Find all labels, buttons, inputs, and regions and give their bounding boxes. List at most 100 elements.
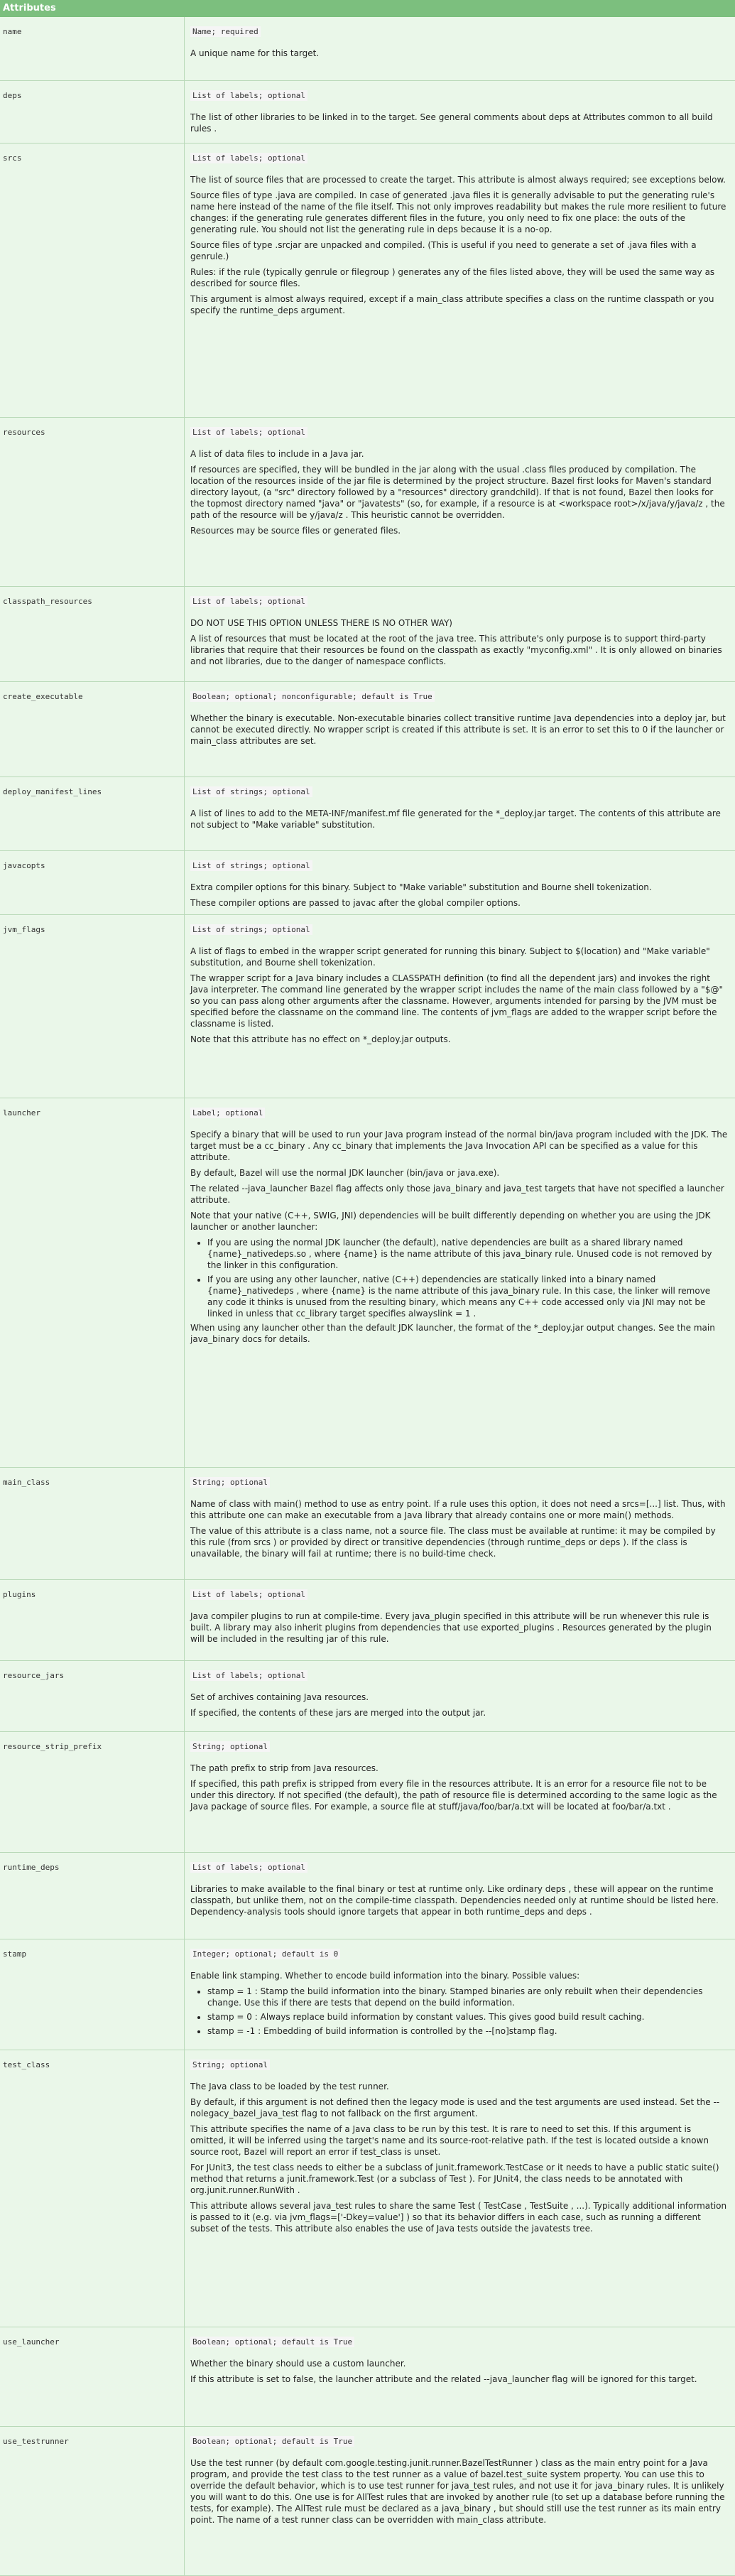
attribute-type: Name; required: [190, 26, 261, 37]
column-divider: [184, 81, 185, 143]
attribute-description: List of strings; optional Extra compiler …: [190, 860, 728, 913]
attribute-row-plugins: plugins List of labels; optional Java comp…: [0, 1580, 735, 1661]
attribute-type: Boolean; optional; default is True: [190, 2337, 355, 2347]
column-divider: [184, 851, 185, 914]
column-divider: [184, 682, 185, 776]
attribute-name: resources: [3, 428, 45, 437]
description-list: stamp = 1 : Stamp the build information …: [190, 1986, 728, 2037]
description-paragraph: The Java class to be loaded by the test …: [190, 2082, 389, 2091]
attribute-description: List of labels; optional Java compiler pl…: [190, 1589, 728, 1649]
description-paragraph: A list of resources that must be located…: [190, 634, 722, 666]
attribute-name: create_executable: [3, 692, 83, 701]
attribute-row-create_executable: create_executable Boolean; optional; nonc…: [0, 682, 735, 777]
attribute-type: List of labels; optional: [190, 427, 307, 438]
attribute-name: plugins: [3, 1590, 36, 1599]
attribute-name: javacopts: [3, 861, 45, 870]
description-paragraph: These compiler options are passed to jav…: [190, 898, 521, 908]
description-paragraph: For JUnit3, the test class needs to eith…: [190, 2163, 719, 2195]
description-paragraph: If specified, this path prefix is stripp…: [190, 1779, 717, 1812]
attribute-row-resource_strip_prefix: resource_strip_prefix String; optional The…: [0, 1732, 735, 1853]
attribute-type: List of labels; optional: [190, 1670, 307, 1681]
description-paragraph: The list of source files that are proces…: [190, 175, 726, 185]
attribute-row-launcher: launcher Label; optional Specify a binary …: [0, 1098, 735, 1468]
description-paragraph: Libraries to make available to the final…: [190, 1884, 719, 1917]
attribute-description: Boolean; optional; nonconfigurable; defa…: [190, 691, 728, 751]
attribute-row-resource_jars: resource_jars List of labels; optional Set…: [0, 1661, 735, 1732]
attribute-description: List of labels; optional The list of othe…: [190, 90, 728, 139]
attribute-description: String; optional The path prefix to strip…: [190, 1741, 728, 1817]
attribute-description: List of strings; optional A list of flags…: [190, 924, 728, 1049]
attribute-name: deploy_manifest_lines: [3, 787, 102, 796]
description-paragraph: The related --java_launcher Bazel flag a…: [190, 1184, 724, 1205]
list-item: stamp = -1 : Embedding of build informat…: [207, 2025, 728, 2037]
attribute-name: launcher: [3, 1108, 40, 1117]
attribute-row-use_launcher: use_launcher Boolean; optional; default i…: [0, 2327, 735, 2427]
description-paragraph: A list of data files to include in a Jav…: [190, 449, 364, 459]
attribute-row-jvm_flags: jvm_flags List of strings; optional A list…: [0, 915, 735, 1098]
description-paragraph: By default, if this argument is not defi…: [190, 2097, 720, 2118]
description-paragraph: This argument is almost always required,…: [190, 294, 714, 315]
attribute-name: name: [3, 27, 22, 36]
attribute-row-deploy_manifest_lines: deploy_manifest_lines List of strings; op…: [0, 777, 735, 851]
attribute-row-test_class: test_class String; optional The Java class…: [0, 2050, 735, 2327]
column-divider: [184, 418, 185, 586]
description-paragraph: When using any launcher other than the d…: [190, 1323, 715, 1344]
description-list: If you are using the normal JDK launcher…: [190, 1237, 728, 1319]
description-paragraph: The value of this attribute is a class n…: [190, 1526, 716, 1559]
attribute-row-name: name Name; required A unique name for this…: [0, 17, 735, 81]
attribute-name: use_launcher: [3, 2337, 60, 2347]
attribute-type: List of strings; optional: [190, 924, 312, 935]
description-paragraph: A list of lines to add to the META-INF/m…: [190, 808, 721, 830]
attribute-row-main_class: main_class String; optional Name of class …: [0, 1468, 735, 1580]
attribute-description: String; optional Name of class with main(…: [190, 1476, 728, 1564]
description-paragraph: By default, Bazel will use the normal JD…: [190, 1168, 500, 1178]
list-item: If you are using any other launcher, nat…: [207, 1274, 728, 1319]
column-divider: [184, 17, 185, 80]
description-paragraph: Enable link stamping. Whether to encode …: [190, 1971, 580, 1981]
description-paragraph: If specified, the contents of these jars…: [190, 1708, 486, 1718]
attribute-type: List of strings; optional: [190, 786, 312, 797]
column-divider: [184, 777, 185, 850]
list-item: If you are using the normal JDK launcher…: [207, 1237, 728, 1271]
attribute-name: stamp: [3, 1949, 27, 1959]
attribute-type: Label; optional: [190, 1108, 266, 1118]
attribute-description: List of labels; optional A list of data f…: [190, 426, 728, 541]
attribute-type: Integer; optional; default is 0: [190, 1949, 341, 1959]
description-paragraph: Use the test runner (by default com.goog…: [190, 2458, 725, 2525]
attribute-type: List of labels; optional: [190, 1589, 307, 1600]
description-paragraph: Rules: if the rule (typically genrule or…: [190, 267, 715, 288]
attribute-type: String; optional: [190, 1477, 270, 1488]
description-paragraph: This attribute allows several java_test …: [190, 2201, 727, 2234]
attribute-description: List of labels; optional DO NOT USE THIS …: [190, 595, 728, 671]
description-paragraph: The path prefix to strip from Java resou…: [190, 1763, 379, 1773]
attribute-name: resource_jars: [3, 1671, 65, 1680]
attributes-table: Attributes name Name; required A unique na…: [0, 0, 735, 2576]
description-paragraph: A list of flags to embed in the wrapper …: [190, 946, 710, 968]
attribute-description: String; optional The Java class to be loa…: [190, 2059, 728, 2239]
description-paragraph: DO NOT USE THIS OPTION UNLESS THERE IS N…: [190, 618, 452, 628]
attribute-description: Boolean; optional; default is True Whethe…: [190, 2336, 728, 2389]
description-paragraph: The list of other libraries to be linked…: [190, 112, 713, 134]
description-paragraph: Specify a binary that will be used to ru…: [190, 1130, 728, 1162]
attribute-description: Label; optional Specify a binary that wil…: [190, 1107, 728, 1349]
attribute-name: resource_strip_prefix: [3, 1742, 102, 1751]
list-item: stamp = 0 : Always replace build informa…: [207, 2011, 728, 2023]
column-divider: [184, 2427, 185, 2575]
attribute-name: test_class: [3, 2060, 50, 2069]
column-divider: [184, 1580, 185, 1660]
column-divider: [184, 2050, 185, 2327]
list-item: stamp = 1 : Stamp the build information …: [207, 1986, 728, 2008]
attribute-type: List of labels; optional: [190, 90, 307, 101]
column-divider: [184, 1661, 185, 1731]
description-paragraph: This attribute specifies the name of a J…: [190, 2124, 709, 2157]
description-paragraph: If this attribute is set to false, the l…: [190, 2374, 697, 2384]
description-paragraph: Extra compiler options for this binary. …: [190, 882, 652, 892]
attribute-type: List of labels; optional: [190, 1862, 307, 1873]
column-divider: [184, 144, 185, 417]
table-header: Attributes: [0, 0, 735, 17]
attribute-name: jvm_flags: [3, 925, 45, 934]
attribute-description: List of labels; optional The list of sour…: [190, 152, 728, 320]
description-paragraph: Note that this attribute has no effect o…: [190, 1034, 451, 1044]
column-divider: [184, 1853, 185, 1939]
description-paragraph: Java compiler plugins to run at compile-…: [190, 1611, 712, 1644]
